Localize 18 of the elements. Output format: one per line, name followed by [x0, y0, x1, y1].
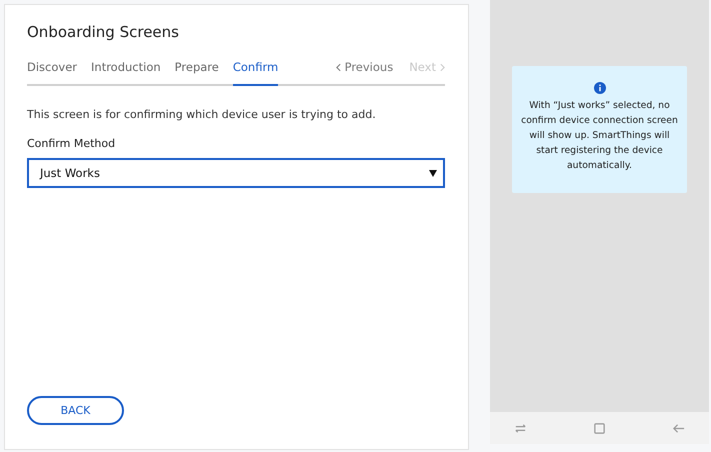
home-icon[interactable] [593, 422, 606, 434]
tab[interactable]: Introduction [91, 58, 161, 84]
chevron-left-icon [336, 63, 341, 72]
info-icon [594, 82, 606, 94]
back-button[interactable]: BACK [27, 396, 124, 425]
page-title: Onboarding Screens [27, 23, 180, 41]
tab[interactable]: Prepare [174, 58, 219, 84]
tab[interactable]: Discover [27, 58, 78, 84]
field-label: Confirm Method [27, 137, 116, 150]
info-text: With “Just works” selected, no confirm device connection screen will show up. SmartThings will start registering the device automatically. [520, 99, 679, 173]
caret-icon [429, 169, 437, 177]
chevron-right-icon [440, 63, 445, 72]
method-dropdown[interactable]: Just Works [27, 158, 445, 188]
previous-link[interactable]: Previous [336, 58, 394, 84]
description-text: This screen is for confirming which device user is trying to add. [27, 108, 377, 121]
tab[interactable]: Confirm [232, 58, 278, 86]
recent-apps-icon[interactable] [514, 422, 527, 434]
back-arrow-icon[interactable] [672, 422, 685, 434]
